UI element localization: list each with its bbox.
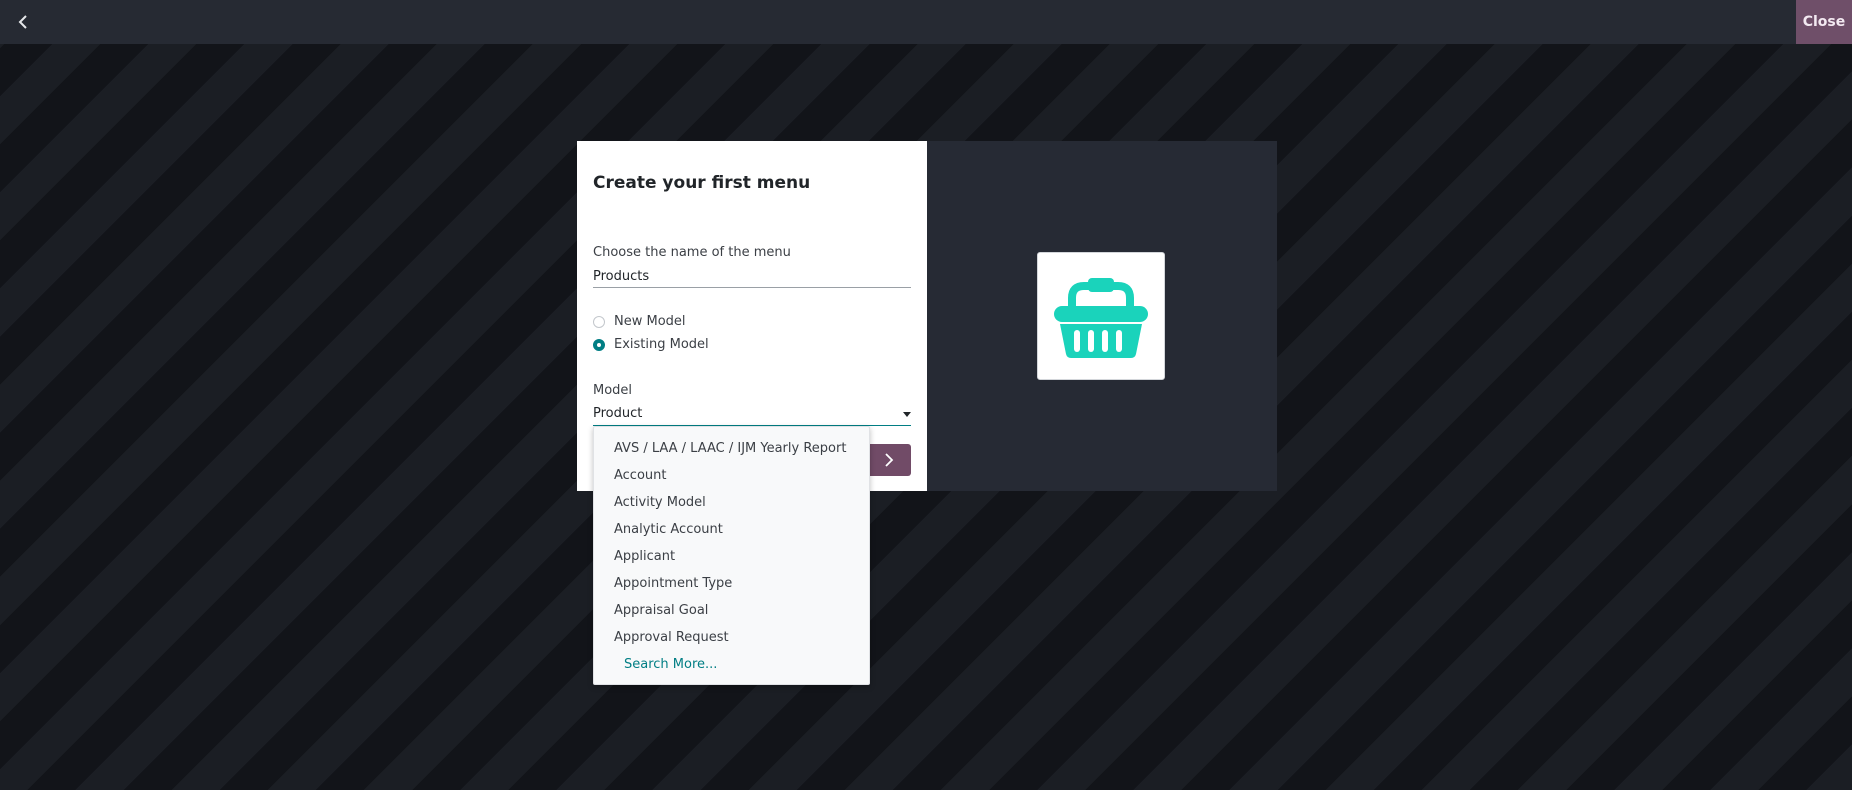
radio-unchecked-icon[interactable] bbox=[593, 315, 605, 328]
chevron-left-icon bbox=[18, 15, 27, 29]
dropdown-item[interactable]: Applicant bbox=[594, 543, 869, 570]
menu-name-label: Choose the name of the menu bbox=[593, 245, 791, 260]
dialog-preview-panel bbox=[927, 141, 1277, 491]
dropdown-item[interactable]: Appraisal Goal bbox=[594, 597, 869, 624]
existing-model-radio[interactable]: Existing Model bbox=[593, 337, 709, 352]
dropdown-item[interactable]: Activity Model bbox=[594, 489, 869, 516]
dropdown-item[interactable]: Approval Request bbox=[594, 624, 869, 651]
model-select[interactable]: Product bbox=[593, 403, 911, 426]
existing-model-label: Existing Model bbox=[614, 337, 709, 352]
dropdown-item[interactable]: Analytic Account bbox=[594, 516, 869, 543]
dropdown-item[interactable]: Appointment Type bbox=[594, 570, 869, 597]
dropdown-item[interactable]: AVS / LAA / LAAC / IJM Yearly Report bbox=[594, 435, 869, 462]
radio-checked-icon[interactable] bbox=[593, 338, 605, 351]
model-select-value: Product bbox=[593, 406, 643, 421]
shopping-basket-icon bbox=[1054, 278, 1148, 358]
dropdown-item[interactable]: Account bbox=[594, 462, 869, 489]
caret-down-icon[interactable] bbox=[903, 412, 911, 417]
top-bar: Close bbox=[0, 0, 1852, 44]
new-model-radio[interactable]: New Model bbox=[593, 314, 686, 329]
close-button[interactable]: Close bbox=[1796, 0, 1852, 44]
chevron-right-icon bbox=[885, 453, 894, 467]
model-dropdown-menu: AVS / LAA / LAAC / IJM Yearly Report Acc… bbox=[593, 426, 870, 685]
menu-icon-preview[interactable] bbox=[1037, 252, 1165, 380]
back-button[interactable] bbox=[8, 8, 38, 36]
dialog-title: Create your first menu bbox=[593, 173, 811, 193]
menu-name-input[interactable] bbox=[593, 265, 911, 288]
next-button[interactable] bbox=[867, 444, 911, 476]
new-model-label: New Model bbox=[614, 314, 686, 329]
search-more-link[interactable]: Search More... bbox=[594, 651, 869, 678]
model-label: Model bbox=[593, 383, 633, 398]
